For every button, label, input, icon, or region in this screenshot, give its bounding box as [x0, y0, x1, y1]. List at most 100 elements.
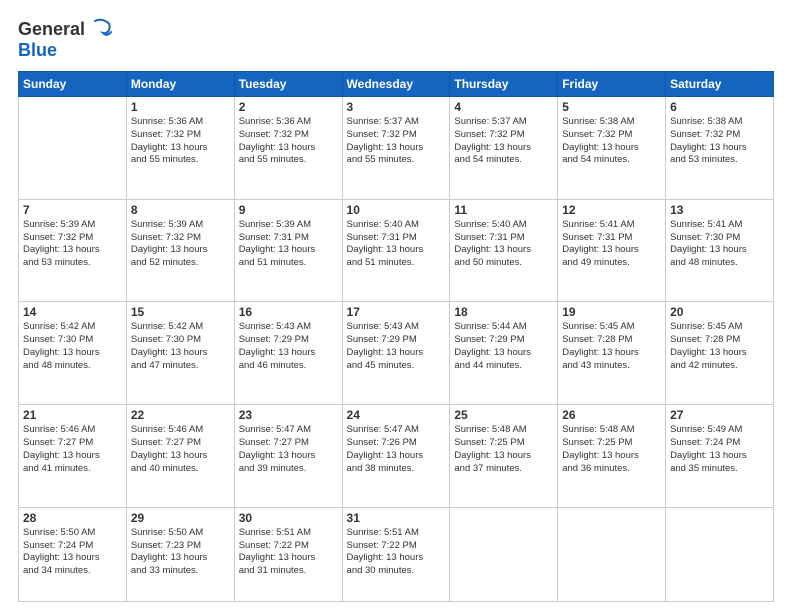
day-info: Sunrise: 5:50 AM Sunset: 7:24 PM Dayligh…	[23, 527, 122, 578]
day-info: Sunrise: 5:40 AM Sunset: 7:31 PM Dayligh…	[454, 219, 553, 270]
day-info: Sunrise: 5:44 AM Sunset: 7:29 PM Dayligh…	[454, 321, 553, 372]
day-info: Sunrise: 5:41 AM Sunset: 7:31 PM Dayligh…	[562, 219, 661, 270]
page: General Blue SundayMondayTuesdayWednesda…	[0, 0, 792, 612]
day-info: Sunrise: 5:36 AM Sunset: 7:32 PM Dayligh…	[239, 116, 338, 167]
calendar-cell: 27 Sunrise: 5:49 AM Sunset: 7:24 PM Dayli…	[666, 405, 774, 508]
weekday-header: Thursday	[450, 72, 558, 97]
header: General Blue	[18, 18, 774, 61]
calendar-cell: 15 Sunrise: 5:42 AM Sunset: 7:30 PM Dayli…	[126, 302, 234, 405]
calendar-cell: 17 Sunrise: 5:43 AM Sunset: 7:29 PM Dayli…	[342, 302, 450, 405]
calendar-cell: 3Sunrise: 5:37 AM Sunset: 7:32 PM Daylig…	[342, 97, 450, 200]
calendar-week-row: 28 Sunrise: 5:50 AM Sunset: 7:24 PM Dayli…	[19, 507, 774, 601]
day-number: 2	[239, 100, 338, 114]
calendar-table: SundayMondayTuesdayWednesdayThursdayFrid…	[18, 71, 774, 602]
calendar-cell: 19 Sunrise: 5:45 AM Sunset: 7:28 PM Dayli…	[558, 302, 666, 405]
day-number: 26	[562, 408, 661, 422]
day-number: 11	[454, 203, 553, 217]
day-info: Sunrise: 5:51 AM Sunset: 7:22 PM Dayligh…	[347, 527, 446, 578]
day-info: Sunrise: 5:36 AM Sunset: 7:32 PM Dayligh…	[131, 116, 230, 167]
calendar-cell: 6 Sunrise: 5:38 AM Sunset: 7:32 PM Daylig…	[666, 97, 774, 200]
day-info: Sunrise: 5:46 AM Sunset: 7:27 PM Dayligh…	[23, 424, 122, 475]
calendar-cell: 9Sunrise: 5:39 AM Sunset: 7:31 PM Daylig…	[234, 199, 342, 302]
logo-bird-icon	[85, 18, 113, 40]
day-info: Sunrise: 5:46 AM Sunset: 7:27 PM Dayligh…	[131, 424, 230, 475]
day-info: Sunrise: 5:42 AM Sunset: 7:30 PM Dayligh…	[131, 321, 230, 372]
day-info: Sunrise: 5:41 AM Sunset: 7:30 PM Dayligh…	[670, 219, 769, 270]
day-number: 20	[670, 305, 769, 319]
calendar-cell: 16Sunrise: 5:43 AM Sunset: 7:29 PM Dayli…	[234, 302, 342, 405]
logo-general-text: General	[18, 19, 85, 40]
day-number: 17	[347, 305, 446, 319]
day-number: 18	[454, 305, 553, 319]
day-info: Sunrise: 5:39 AM Sunset: 7:32 PM Dayligh…	[23, 219, 122, 270]
day-number: 15	[131, 305, 230, 319]
calendar-cell: 10Sunrise: 5:40 AM Sunset: 7:31 PM Dayli…	[342, 199, 450, 302]
weekday-header: Tuesday	[234, 72, 342, 97]
day-number: 14	[23, 305, 122, 319]
day-number: 19	[562, 305, 661, 319]
day-info: Sunrise: 5:45 AM Sunset: 7:28 PM Dayligh…	[670, 321, 769, 372]
day-info: Sunrise: 5:38 AM Sunset: 7:32 PM Dayligh…	[670, 116, 769, 167]
calendar-cell: 20 Sunrise: 5:45 AM Sunset: 7:28 PM Dayli…	[666, 302, 774, 405]
day-info: Sunrise: 5:43 AM Sunset: 7:29 PM Dayligh…	[239, 321, 338, 372]
day-number: 22	[131, 408, 230, 422]
calendar-cell: 5 Sunrise: 5:38 AM Sunset: 7:32 PM Daylig…	[558, 97, 666, 200]
calendar-cell: 18 Sunrise: 5:44 AM Sunset: 7:29 PM Dayli…	[450, 302, 558, 405]
day-info: Sunrise: 5:38 AM Sunset: 7:32 PM Dayligh…	[562, 116, 661, 167]
day-number: 7	[23, 203, 122, 217]
calendar-cell: 8Sunrise: 5:39 AM Sunset: 7:32 PM Daylig…	[126, 199, 234, 302]
day-number: 1	[131, 100, 230, 114]
calendar-cell: 4Sunrise: 5:37 AM Sunset: 7:32 PM Daylig…	[450, 97, 558, 200]
calendar-cell: 14 Sunrise: 5:42 AM Sunset: 7:30 PM Dayli…	[19, 302, 127, 405]
day-number: 6	[670, 100, 769, 114]
day-info: Sunrise: 5:39 AM Sunset: 7:32 PM Dayligh…	[131, 219, 230, 270]
day-number: 24	[347, 408, 446, 422]
day-info: Sunrise: 5:37 AM Sunset: 7:32 PM Dayligh…	[347, 116, 446, 167]
day-number: 29	[131, 511, 230, 525]
calendar-cell: 29 Sunrise: 5:50 AM Sunset: 7:23 PM Dayli…	[126, 507, 234, 601]
calendar-cell	[450, 507, 558, 601]
calendar-cell	[558, 507, 666, 601]
day-info: Sunrise: 5:50 AM Sunset: 7:23 PM Dayligh…	[131, 527, 230, 578]
day-number: 28	[23, 511, 122, 525]
calendar-cell: 7 Sunrise: 5:39 AM Sunset: 7:32 PM Daylig…	[19, 199, 127, 302]
day-info: Sunrise: 5:45 AM Sunset: 7:28 PM Dayligh…	[562, 321, 661, 372]
day-info: Sunrise: 5:40 AM Sunset: 7:31 PM Dayligh…	[347, 219, 446, 270]
calendar-week-row: 1 Sunrise: 5:36 AM Sunset: 7:32 PM Daylig…	[19, 97, 774, 200]
logo: General Blue	[18, 18, 113, 61]
day-number: 31	[347, 511, 446, 525]
day-number: 4	[454, 100, 553, 114]
weekday-header: Monday	[126, 72, 234, 97]
calendar-cell: 28 Sunrise: 5:50 AM Sunset: 7:24 PM Dayli…	[19, 507, 127, 601]
calendar-week-row: 14 Sunrise: 5:42 AM Sunset: 7:30 PM Dayli…	[19, 302, 774, 405]
calendar-cell: 31 Sunrise: 5:51 AM Sunset: 7:22 PM Dayli…	[342, 507, 450, 601]
calendar-cell: 30Sunrise: 5:51 AM Sunset: 7:22 PM Dayli…	[234, 507, 342, 601]
calendar-cell: 23 Sunrise: 5:47 AM Sunset: 7:27 PM Dayli…	[234, 405, 342, 508]
weekday-header: Sunday	[19, 72, 127, 97]
logo-blue-text: Blue	[18, 40, 57, 61]
weekday-header: Saturday	[666, 72, 774, 97]
day-number: 21	[23, 408, 122, 422]
calendar-cell	[666, 507, 774, 601]
day-number: 5	[562, 100, 661, 114]
day-number: 12	[562, 203, 661, 217]
calendar-cell: 1 Sunrise: 5:36 AM Sunset: 7:32 PM Daylig…	[126, 97, 234, 200]
calendar-cell: 25 Sunrise: 5:48 AM Sunset: 7:25 PM Dayli…	[450, 405, 558, 508]
calendar-cell: 11 Sunrise: 5:40 AM Sunset: 7:31 PM Dayli…	[450, 199, 558, 302]
day-info: Sunrise: 5:47 AM Sunset: 7:27 PM Dayligh…	[239, 424, 338, 475]
day-info: Sunrise: 5:48 AM Sunset: 7:25 PM Dayligh…	[454, 424, 553, 475]
day-number: 27	[670, 408, 769, 422]
day-info: Sunrise: 5:43 AM Sunset: 7:29 PM Dayligh…	[347, 321, 446, 372]
calendar-cell	[19, 97, 127, 200]
calendar-week-row: 7 Sunrise: 5:39 AM Sunset: 7:32 PM Daylig…	[19, 199, 774, 302]
day-number: 23	[239, 408, 338, 422]
calendar-cell: 24Sunrise: 5:47 AM Sunset: 7:26 PM Dayli…	[342, 405, 450, 508]
day-info: Sunrise: 5:49 AM Sunset: 7:24 PM Dayligh…	[670, 424, 769, 475]
calendar-cell: 13Sunrise: 5:41 AM Sunset: 7:30 PM Dayli…	[666, 199, 774, 302]
day-number: 30	[239, 511, 338, 525]
calendar-cell: 21 Sunrise: 5:46 AM Sunset: 7:27 PM Dayli…	[19, 405, 127, 508]
day-number: 25	[454, 408, 553, 422]
day-info: Sunrise: 5:42 AM Sunset: 7:30 PM Dayligh…	[23, 321, 122, 372]
calendar-cell: 22 Sunrise: 5:46 AM Sunset: 7:27 PM Dayli…	[126, 405, 234, 508]
calendar-cell: 26Sunrise: 5:48 AM Sunset: 7:25 PM Dayli…	[558, 405, 666, 508]
